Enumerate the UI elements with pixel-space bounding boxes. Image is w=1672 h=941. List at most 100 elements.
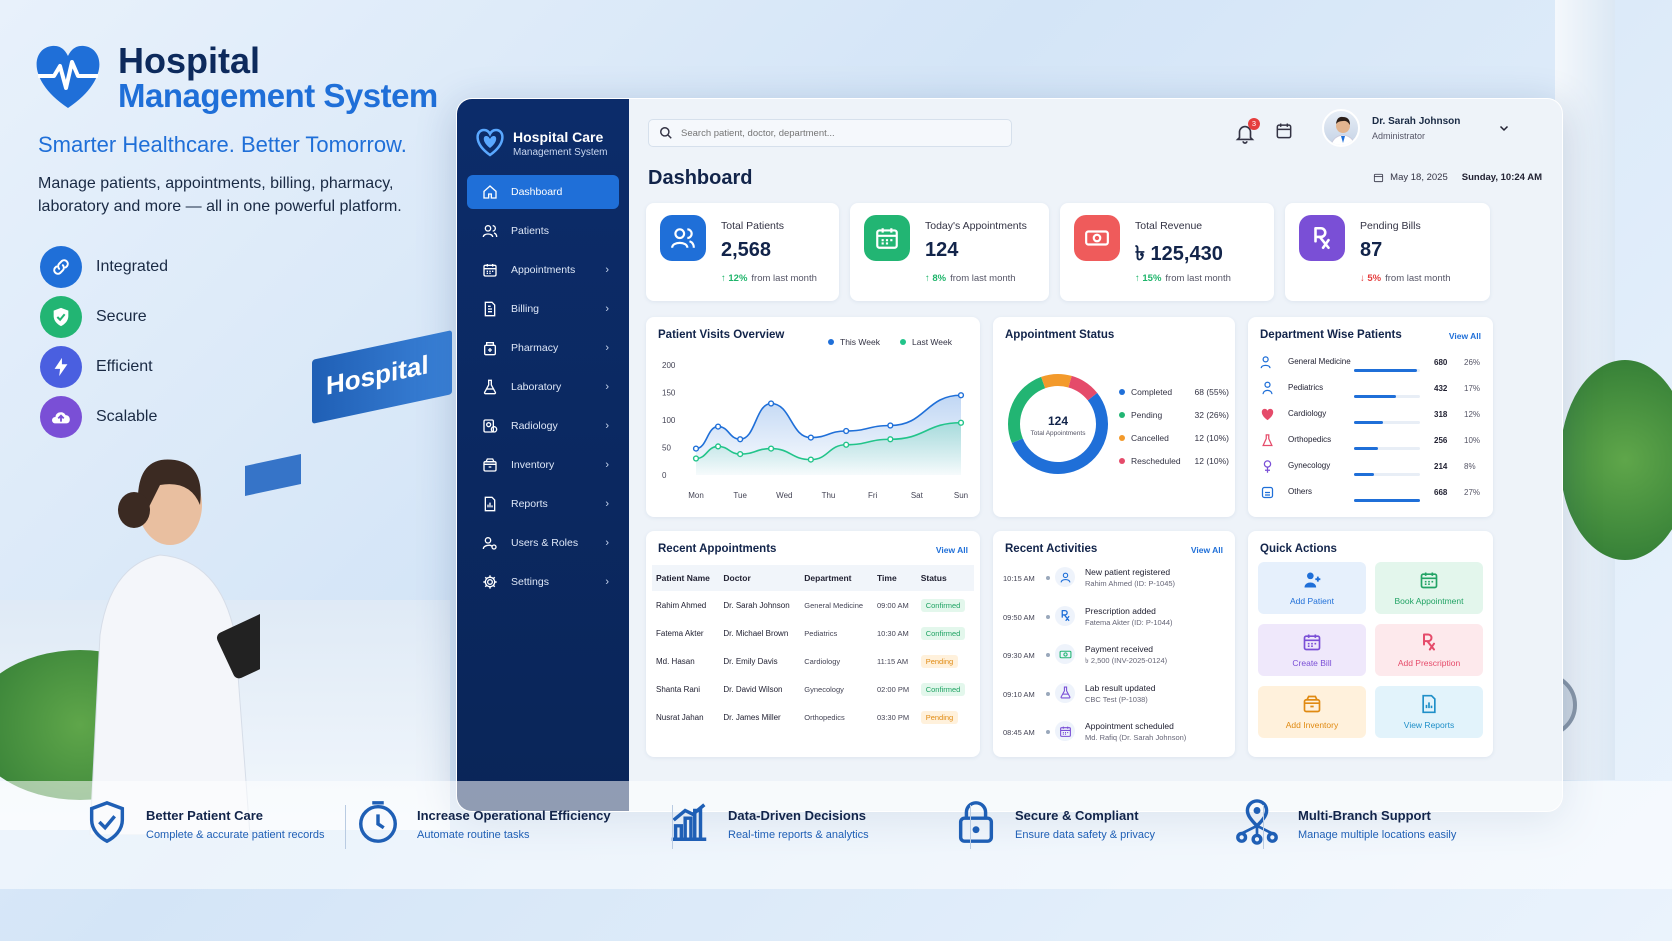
data-point[interactable]: [957, 392, 965, 399]
activity-item[interactable]: 09:10 AM Lab result updated CBC Test (P-…: [1003, 682, 1223, 721]
sidebar-item-users-roles[interactable]: Users & Roles ›: [467, 526, 619, 560]
quick-action-add-patient-button[interactable]: Add Patient: [1258, 562, 1366, 614]
status-label: Cancelled: [1131, 433, 1169, 443]
table-row[interactable]: Rahim Ahmed Dr. Sarah Johnson General Medi…: [652, 591, 974, 619]
department-row[interactable]: General Medicine 680 26%: [1260, 353, 1480, 379]
department-view-all-link[interactable]: View All: [1449, 331, 1481, 341]
quick-action-view-reports-button[interactable]: View Reports: [1375, 686, 1483, 738]
sidebar-brand[interactable]: Hospital Care Management System: [457, 99, 629, 169]
donut-slice-rescheduled[interactable]: [1068, 375, 1098, 401]
recent-activities-view-all-link[interactable]: View All: [1191, 545, 1223, 555]
calendar-button[interactable]: [1274, 121, 1294, 146]
sidebar-item-label: Billing: [511, 303, 540, 315]
activity-item[interactable]: 09:50 AM Prescription added Fatema Akter…: [1003, 605, 1223, 644]
department-row[interactable]: Cardiology 318 12%: [1260, 405, 1480, 431]
data-point[interactable]: [843, 427, 850, 435]
stat-card-total-revenue[interactable]: Total Revenue ৳ 125,430 ↑ 15% from last m…: [1060, 203, 1274, 301]
table-row[interactable]: Shanta Rani Dr. David Wilson Gynecology 02:…: [652, 675, 974, 703]
donut-slice-cancelled[interactable]: [1041, 374, 1072, 389]
x-tick-label: Fri: [868, 491, 878, 500]
search-bar[interactable]: [648, 119, 1012, 147]
data-point[interactable]: [957, 419, 965, 426]
data-point[interactable]: [737, 436, 744, 443]
sidebar-item-patients[interactable]: Patients: [467, 214, 619, 248]
stat-card-today-s-appointments[interactable]: Today's Appointments 124 ↑ 8% from last m…: [850, 203, 1049, 301]
cell-text: Dr. Emily Davis: [723, 656, 778, 666]
cell-status: Confirmed: [917, 675, 974, 703]
cell-department: Cardiology: [800, 647, 873, 675]
quick-action-label: Create Bill: [1292, 658, 1332, 668]
timeline-dot: [1046, 691, 1050, 696]
calendar-icon: [1419, 570, 1439, 592]
bottom-feature-title: Better Patient Care: [146, 808, 264, 823]
data-point[interactable]: [887, 422, 894, 429]
data-point[interactable]: [843, 441, 850, 448]
department-row[interactable]: Pediatrics 432 17%: [1260, 379, 1480, 405]
data-point[interactable]: [692, 445, 700, 452]
activity-item[interactable]: 09:30 AM Payment received ৳ 2,500 (INV-2…: [1003, 644, 1223, 682]
sidebar-item-appointments[interactable]: Appointments ›: [467, 253, 619, 287]
search-input[interactable]: [681, 127, 1001, 139]
data-point[interactable]: [714, 443, 722, 450]
data-point[interactable]: [714, 423, 722, 430]
date-display: May 18, 2025 Sunday, 10:24 AM: [1373, 172, 1542, 183]
stat-card-pending-bills[interactable]: Pending Bills 87 ↓ 5% from last month: [1285, 203, 1490, 301]
sidebar-item-dashboard[interactable]: Dashboard: [467, 175, 619, 209]
column-header: Doctor: [719, 565, 801, 591]
user-menu[interactable]: Dr. Sarah Johnson Administrator: [1322, 109, 1510, 147]
table-row[interactable]: Fatema Akter Dr. Michael Brown Pediatrics 1…: [652, 619, 974, 647]
department-name: Pediatrics: [1288, 383, 1324, 392]
notification-button[interactable]: 3: [1234, 117, 1260, 146]
feature-label: Secure: [96, 308, 147, 325]
quick-action-create-bill-button[interactable]: Create Bill: [1258, 624, 1366, 676]
stat-change: ↑ 12% from last month: [721, 273, 817, 284]
sidebar-item-billing[interactable]: Billing ›: [467, 292, 619, 326]
timeline-dot: [1046, 653, 1050, 657]
data-point[interactable]: [807, 456, 814, 463]
radiology-icon: [481, 417, 499, 435]
sidebar-item-inventory[interactable]: Inventory ›: [467, 448, 619, 482]
data-point[interactable]: [767, 445, 775, 452]
chevron-right-icon: ›: [605, 498, 609, 510]
shield-check-icon: [84, 799, 130, 850]
bottom-feature-subtitle: Complete & accurate patient records: [146, 829, 325, 841]
table-row[interactable]: Nusrat Jahan Dr. James Miller Orthopedics 0…: [652, 703, 974, 731]
department-row[interactable]: Gynecology 214 8%: [1260, 457, 1480, 483]
cell-text: Rahim Ahmed: [656, 600, 707, 610]
department-row[interactable]: Orthopedics 256 10%: [1260, 431, 1480, 457]
bottom-feature-better-patient-care: Better Patient Care Complete & accurate p…: [84, 799, 325, 850]
link-icon: [40, 246, 82, 288]
sidebar-brand-subtitle: Management System: [513, 146, 608, 158]
feature-integrated: Integrated: [40, 243, 168, 291]
flask-icon: [1055, 682, 1075, 703]
department-count: 318: [1434, 410, 1448, 419]
status-label: Pending: [1131, 410, 1163, 420]
sidebar-item-radiology[interactable]: Radiology ›: [467, 409, 619, 443]
quick-action-add-inventory-button[interactable]: Add Inventory: [1258, 686, 1366, 738]
table-row[interactable]: Md. Hasan Dr. Emily Davis Cardiology 11:15 …: [652, 647, 974, 675]
department-row[interactable]: Others 668 27%: [1260, 483, 1480, 509]
activity-item[interactable]: 08:45 AM Appointment scheduled Md. Rafiq…: [1003, 721, 1223, 759]
sidebar-item-laboratory[interactable]: Laboratory ›: [467, 370, 619, 404]
quick-action-add-prescription-button[interactable]: Add Prescription: [1375, 624, 1483, 676]
bottom-feature-multi-branch-support: Multi-Branch Support Manage multiple loca…: [1234, 799, 1456, 850]
data-point[interactable]: [737, 451, 744, 458]
stat-card-total-patients[interactable]: Total Patients 2,568 ↑ 12% from last mont…: [646, 203, 839, 301]
bottom-separator: [1263, 805, 1264, 849]
sidebar-item-reports[interactable]: Reports ›: [467, 487, 619, 521]
data-point[interactable]: [692, 455, 700, 462]
column-header: Status: [916, 565, 974, 591]
activity-item[interactable]: 10:15 AM New patient registered Rahim Ah…: [1003, 567, 1223, 605]
sidebar-item-settings[interactable]: Settings ›: [467, 565, 619, 599]
data-point[interactable]: [767, 400, 775, 407]
recent-appointments-view-all-link[interactable]: View All: [936, 545, 968, 555]
shield-check-icon: [40, 296, 82, 338]
stat-change: ↓ 5% from last month: [1360, 273, 1451, 284]
department-count: 680: [1434, 358, 1448, 367]
timeline-dot: [1046, 614, 1050, 619]
status-badge: Confirmed: [920, 598, 966, 612]
sidebar-item-pharmacy[interactable]: Pharmacy ›: [467, 331, 619, 365]
data-point[interactable]: [887, 436, 894, 443]
quick-action-book-appointment-button[interactable]: Book Appointment: [1375, 562, 1483, 614]
data-point[interactable]: [807, 434, 814, 441]
